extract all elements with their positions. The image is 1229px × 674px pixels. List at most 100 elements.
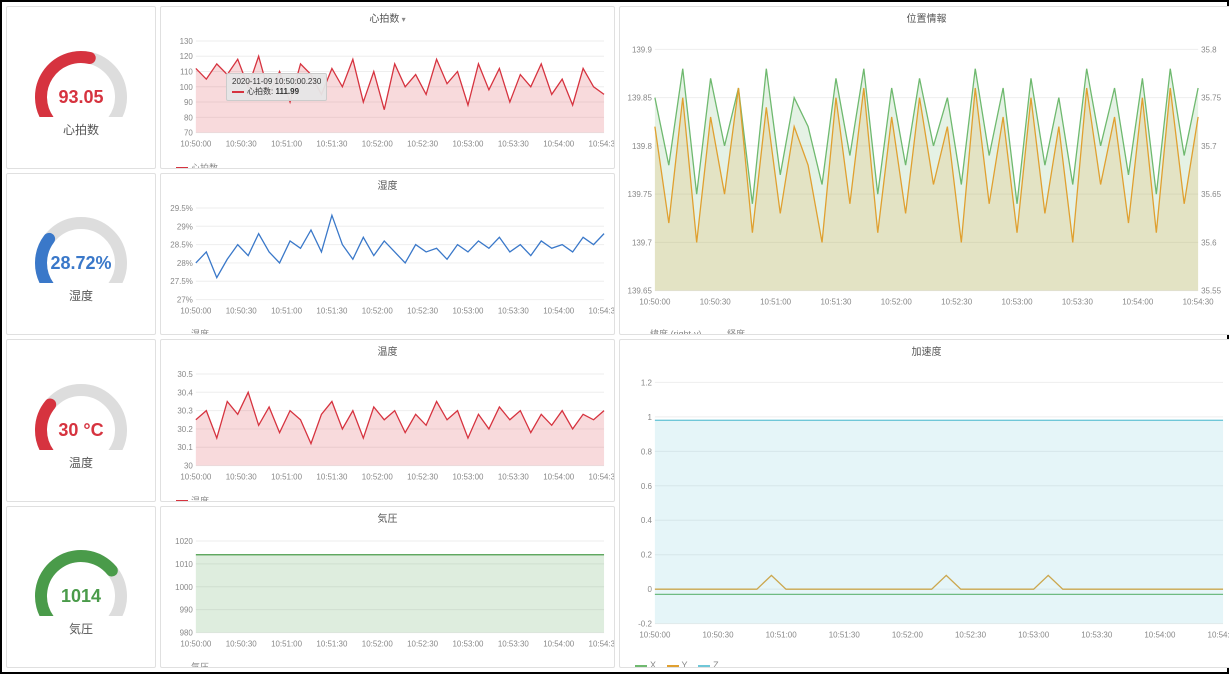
svg-text:35.7: 35.7 (1201, 142, 1217, 151)
chart-title-pressure: 気圧 (161, 507, 614, 528)
legend-text: 気圧 (191, 662, 209, 668)
svg-text:35.8: 35.8 (1201, 45, 1217, 54)
svg-text:10:50:00: 10:50:00 (180, 639, 212, 648)
svg-text:139.65: 139.65 (628, 287, 653, 296)
chart-title-heartrate[interactable]: 心拍数 (161, 7, 614, 28)
chart-temperature[interactable]: 温度 3030.130.230.330.430.510:50:0010:50:3… (160, 339, 615, 502)
chart-title-location: 位置情報 (620, 7, 1229, 28)
chart-svg-accel: -0.200.20.40.60.811.210:50:0010:50:3010:… (620, 361, 1229, 658)
svg-text:10:50:00: 10:50:00 (180, 306, 212, 315)
svg-text:35.65: 35.65 (1201, 190, 1222, 199)
svg-text:35.6: 35.6 (1201, 238, 1217, 247)
chart-title-humidity: 湿度 (161, 174, 614, 195)
legend-location: 緯度 (right-y) 経度 (620, 325, 1229, 335)
svg-text:10:54:00: 10:54:00 (543, 140, 575, 149)
svg-text:10:52:00: 10:52:00 (881, 298, 913, 307)
svg-text:-0.2: -0.2 (638, 620, 652, 629)
svg-text:990: 990 (180, 605, 194, 614)
chart-location[interactable]: 位置情報 139.65139.7139.75139.8139.85139.935… (619, 6, 1229, 335)
svg-text:10:50:30: 10:50:30 (226, 639, 258, 648)
chart-accel[interactable]: 加速度 -0.200.20.40.60.811.210:50:0010:50:3… (619, 339, 1229, 668)
legend-text: 経度 (727, 329, 745, 335)
svg-text:10:51:00: 10:51:00 (271, 140, 303, 149)
svg-text:100: 100 (180, 83, 194, 92)
chart-pressure[interactable]: 気圧 98099010001010102010:50:0010:50:3010:… (160, 506, 615, 669)
svg-text:10:52:00: 10:52:00 (892, 631, 924, 640)
svg-text:0.2: 0.2 (641, 551, 653, 560)
svg-text:10:51:00: 10:51:00 (766, 631, 798, 640)
gauge-label-pressure: 気圧 (69, 620, 93, 637)
svg-text:10:54:00: 10:54:00 (1144, 631, 1176, 640)
svg-text:29.5%: 29.5% (170, 203, 193, 212)
svg-text:10:50:30: 10:50:30 (226, 306, 258, 315)
svg-text:10:52:30: 10:52:30 (407, 140, 439, 149)
gauge-arc-humidity: 28.72% (26, 203, 136, 283)
svg-text:10:53:00: 10:53:00 (1002, 298, 1034, 307)
svg-text:120: 120 (180, 52, 194, 61)
svg-text:10:50:00: 10:50:00 (639, 298, 671, 307)
svg-text:10:52:00: 10:52:00 (362, 140, 394, 149)
svg-text:10:51:30: 10:51:30 (316, 140, 348, 149)
legend-text: 湿度 (191, 329, 209, 335)
gauge-temperature[interactable]: 30 °C 温度 (6, 339, 156, 502)
svg-text:10:54:00: 10:54:00 (543, 306, 575, 315)
svg-text:35.55: 35.55 (1201, 287, 1222, 296)
chart-heartrate[interactable]: 心拍数 70809010011012013010:50:0010:50:3010… (160, 6, 615, 169)
svg-text:80: 80 (184, 113, 193, 122)
line-column: 心拍数 70809010011012013010:50:0010:50:3010… (160, 6, 615, 668)
svg-text:10:53:30: 10:53:30 (498, 306, 530, 315)
svg-text:10:54:00: 10:54:00 (1122, 298, 1154, 307)
svg-text:10:54:30: 10:54:30 (589, 473, 614, 482)
legend-text: 緯度 (right-y) (650, 329, 702, 335)
svg-text:0.4: 0.4 (641, 516, 653, 525)
svg-text:10:53:30: 10:53:30 (498, 140, 530, 149)
chart-svg-temperature: 3030.130.230.330.430.510:50:0010:50:3010… (161, 361, 614, 492)
tooltip-label: 心拍数: (247, 87, 273, 96)
svg-text:0.8: 0.8 (641, 447, 653, 456)
legend-text: Z (713, 660, 719, 668)
svg-text:10:51:00: 10:51:00 (271, 306, 303, 315)
svg-text:10:50:00: 10:50:00 (180, 140, 212, 149)
svg-text:10:53:00: 10:53:00 (452, 473, 484, 482)
svg-text:29%: 29% (177, 222, 193, 231)
svg-text:10:52:30: 10:52:30 (407, 306, 439, 315)
svg-text:10:53:00: 10:53:00 (452, 306, 484, 315)
svg-text:10:54:30: 10:54:30 (589, 140, 614, 149)
svg-text:10:50:00: 10:50:00 (639, 631, 671, 640)
svg-text:28%: 28% (177, 258, 193, 267)
svg-text:10:53:30: 10:53:30 (498, 473, 530, 482)
svg-text:30: 30 (184, 462, 193, 471)
svg-text:10:50:30: 10:50:30 (700, 298, 732, 307)
svg-text:980: 980 (180, 628, 194, 637)
gauge-arc-pressure: 1014 (26, 536, 136, 616)
svg-text:1: 1 (647, 413, 652, 422)
svg-text:10:51:00: 10:51:00 (760, 298, 792, 307)
gauge-pressure[interactable]: 1014 気圧 (6, 506, 156, 669)
svg-text:110: 110 (180, 67, 193, 76)
legend-pressure: 気圧 (161, 658, 614, 668)
tooltip-timestamp: 2020-11-09 10:50:00.230 (232, 77, 321, 86)
svg-text:10:52:30: 10:52:30 (955, 631, 987, 640)
chart-humidity[interactable]: 湿度 27%27.5%28%28.5%29%29.5%10:50:0010:50… (160, 173, 615, 336)
svg-text:10:51:30: 10:51:30 (316, 473, 348, 482)
legend-text: 心拍数 (191, 163, 218, 169)
dashboard-grid: 93.05 心拍数 28.72% 湿度 30 °C 温度 1014 気圧 心拍数… (2, 2, 1227, 672)
legend-humidity: 湿度 (161, 325, 614, 335)
svg-text:10:51:30: 10:51:30 (316, 639, 348, 648)
svg-text:70: 70 (184, 129, 193, 138)
chart-title-temperature: 温度 (161, 340, 614, 361)
svg-text:10:54:00: 10:54:00 (543, 639, 575, 648)
gauge-label-heartrate: 心拍数 (63, 121, 99, 138)
svg-text:30.4: 30.4 (177, 388, 193, 397)
gauge-humidity[interactable]: 28.72% 湿度 (6, 173, 156, 336)
svg-text:10:54:30: 10:54:30 (589, 639, 614, 648)
svg-text:1014: 1014 (61, 586, 101, 606)
legend-temperature: 温度 (161, 492, 614, 502)
svg-text:10:50:00: 10:50:00 (180, 473, 212, 482)
gauge-heartrate[interactable]: 93.05 心拍数 (6, 6, 156, 169)
svg-text:28.5%: 28.5% (170, 240, 193, 249)
tooltip-value: 111.99 (275, 87, 299, 96)
svg-text:0.6: 0.6 (641, 482, 653, 491)
svg-text:10:53:00: 10:53:00 (452, 140, 484, 149)
svg-text:27.5%: 27.5% (170, 277, 193, 286)
